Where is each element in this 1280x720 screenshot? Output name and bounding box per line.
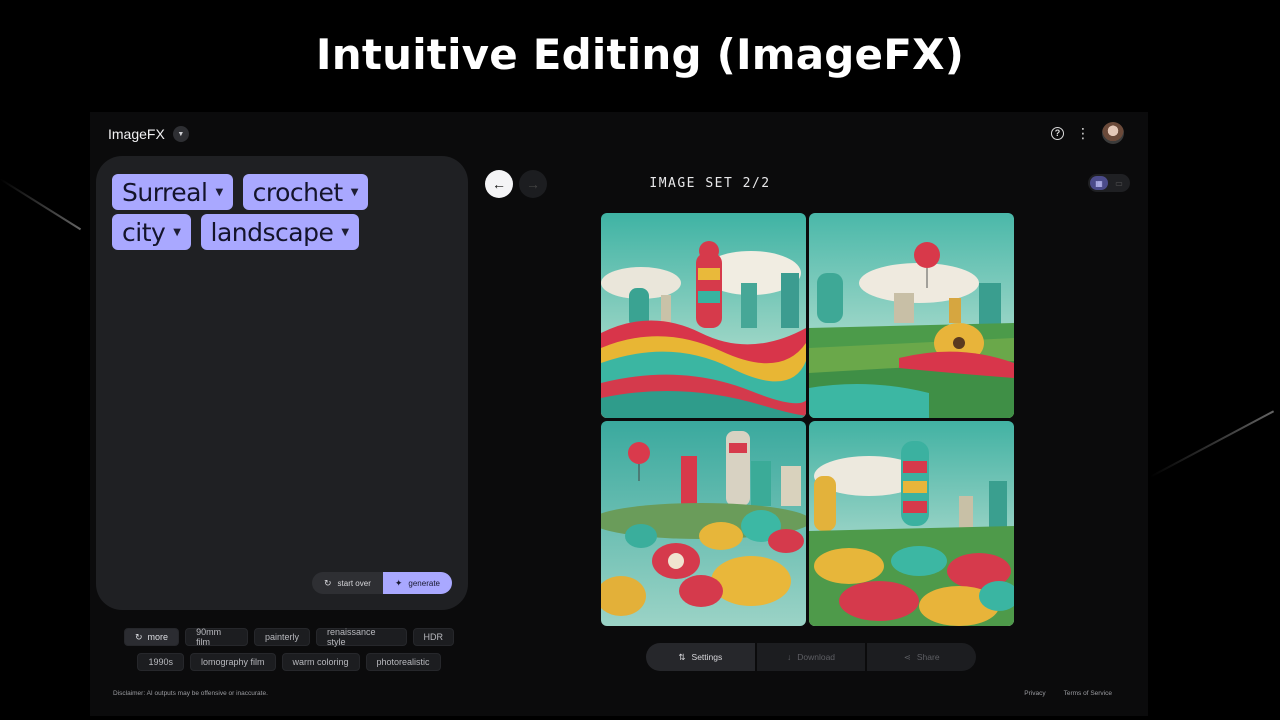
terms-link[interactable]: Terms of Service — [1064, 690, 1112, 697]
grid-view-icon[interactable]: ▦ — [1090, 176, 1108, 190]
image-grid — [601, 213, 1014, 626]
chip-label: city — [122, 217, 166, 247]
start-over-label: start over — [337, 578, 371, 588]
single-view-icon[interactable]: ▭ — [1112, 176, 1126, 190]
generate-label: generate — [408, 578, 440, 588]
more-label: more — [147, 632, 169, 642]
view-toggle: ▦ ▭ — [1088, 174, 1130, 192]
share-icon: ⋖ — [903, 651, 911, 662]
brand-name: ImageFX — [108, 126, 165, 142]
suggestion-chip[interactable]: 1990s — [137, 653, 184, 671]
download-button[interactable]: ↓ Download — [756, 643, 866, 671]
settings-label: Settings — [691, 652, 723, 662]
suggestion-row-1: ↻ more 90mm film painterly renaissance s… — [124, 627, 454, 647]
prompt-panel: Surreal ▼ crochet ▼ city ▼ landscape ▼ ↻… — [96, 156, 468, 610]
slide-title: Intuitive Editing (ImageFX) — [315, 30, 965, 79]
next-set-button[interactable]: → — [519, 170, 547, 198]
decorative-line-right — [1149, 410, 1275, 478]
crochet-landscape-image — [809, 421, 1014, 626]
chevron-down-icon: ▼ — [173, 226, 181, 238]
brand[interactable]: ImageFX ▼ — [108, 126, 189, 142]
arrow-right-icon: → — [526, 176, 540, 192]
generated-image-2[interactable] — [809, 213, 1014, 418]
generated-image-3[interactable] — [601, 421, 806, 626]
start-over-button[interactable]: ↻ start over — [311, 572, 383, 594]
chevron-down-icon[interactable]: ▼ — [172, 126, 189, 142]
suggestion-chip[interactable]: painterly — [253, 628, 310, 646]
generated-image-1[interactable] — [601, 213, 806, 418]
more-suggestions-button[interactable]: ↻ more — [124, 628, 180, 646]
footer-links: Privacy Terms of Service — [1024, 690, 1112, 697]
suggestion-chip[interactable]: lomography film — [189, 653, 276, 671]
chip-label: landscape — [210, 217, 334, 247]
prompt-actions: ↻ start over ✦ generate — [311, 572, 452, 594]
sparkle-icon: ✦ — [394, 577, 403, 588]
chip-label: crochet — [252, 177, 344, 207]
suggestion-chips: ↻ more 90mm film painterly renaissance s… — [124, 627, 454, 671]
decorative-line-left — [0, 178, 82, 231]
chip-label: Surreal — [122, 177, 208, 207]
chevron-down-icon: ▼ — [341, 226, 349, 238]
crochet-landscape-image — [601, 421, 806, 626]
refresh-icon: ↻ — [135, 631, 143, 642]
prompt-chip-landscape[interactable]: landscape ▼ — [200, 214, 359, 250]
settings-button[interactable]: ⇅ Settings — [646, 643, 755, 671]
download-label: Download — [797, 652, 836, 662]
prompt-chip-surreal[interactable]: Surreal ▼ — [112, 174, 233, 210]
prompt-chip-city[interactable]: city ▼ — [112, 214, 191, 250]
chevron-down-icon: ▼ — [215, 186, 223, 198]
refresh-icon: ↻ — [323, 577, 332, 588]
privacy-link[interactable]: Privacy — [1024, 690, 1045, 697]
image-toolbar: ⇅ Settings ↓ Download ⋖ Share — [646, 643, 976, 671]
help-circle-icon[interactable]: ? — [1051, 126, 1064, 140]
download-icon: ↓ — [786, 652, 792, 662]
more-vertical-icon[interactable]: ⋮ — [1076, 126, 1090, 140]
suggestion-chip[interactable]: 90mm film — [185, 627, 248, 647]
prompt-chip-crochet[interactable]: crochet ▼ — [242, 174, 368, 210]
suggestion-chip[interactable]: HDR — [412, 628, 454, 646]
imagefx-app: ImageFX ▼ ? ⋮ Surreal ▼ crochet ▼ city ▼… — [90, 112, 1148, 716]
image-set-label: IMAGE SET 2/2 — [649, 176, 771, 191]
top-bar: ImageFX ▼ ? ⋮ — [90, 112, 1148, 156]
suggestion-chip[interactable]: photorealistic — [365, 653, 441, 671]
crochet-landscape-image — [601, 213, 806, 418]
generated-image-4[interactable] — [809, 421, 1014, 626]
crochet-landscape-image — [809, 213, 1014, 418]
avatar[interactable] — [1102, 122, 1124, 144]
suggestion-row-2: 1990s lomography film warm coloring phot… — [137, 653, 441, 671]
chevron-down-icon: ▼ — [350, 186, 359, 198]
disclaimer: Disclaimer: AI outputs may be offensive … — [113, 690, 268, 697]
share-button[interactable]: ⋖ Share — [867, 643, 976, 671]
arrow-left-icon: ← — [492, 176, 506, 192]
share-label: Share — [916, 652, 940, 662]
suggestion-chip[interactable]: renaissance style — [315, 627, 407, 647]
sliders-icon: ⇅ — [678, 651, 686, 662]
top-icons: ? ⋮ — [1051, 122, 1124, 144]
suggestion-chip[interactable]: warm coloring — [281, 653, 360, 671]
generate-button[interactable]: ✦ generate — [382, 572, 452, 594]
prompt-chips: Surreal ▼ crochet ▼ city ▼ landscape ▼ — [112, 174, 452, 250]
previous-set-button[interactable]: ← — [485, 170, 513, 198]
